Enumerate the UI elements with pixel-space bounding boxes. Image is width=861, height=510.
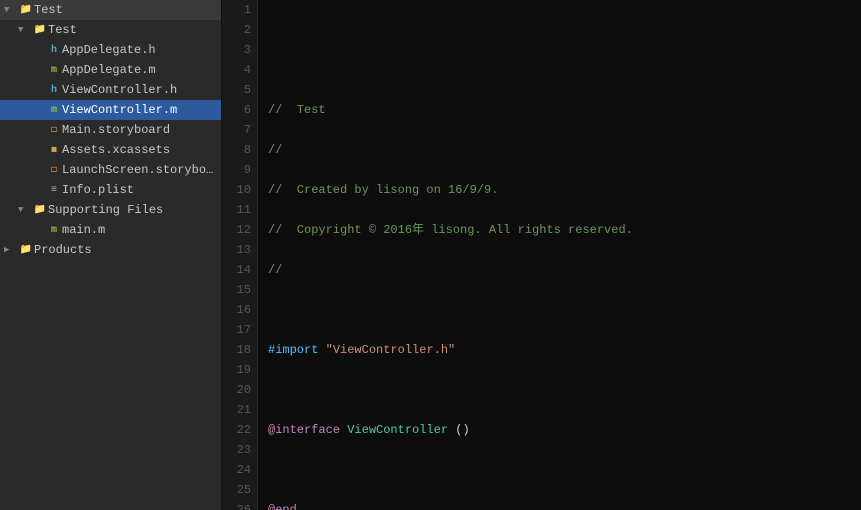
sidebar-item-label: ViewController.m	[62, 103, 217, 117]
sidebar-item-appdelegate-m[interactable]: m AppDelegate.m	[0, 60, 221, 80]
line-num-20: 20	[222, 380, 251, 400]
sidebar-item-label: main.m	[62, 223, 217, 237]
file-tree[interactable]: ▼ 📁 Test ▼ 📁 Test h AppDelegate.h m AppD…	[0, 0, 222, 510]
comment-token: // Copyright © 2016年 lisong. All rights …	[268, 223, 633, 237]
line-num-5: 5	[222, 80, 251, 100]
line-num-15: 15	[222, 280, 251, 300]
code-line-3: // Test	[268, 100, 861, 120]
code-line-6: // Copyright © 2016年 lisong. All rights …	[268, 220, 861, 240]
line-num-14: 14	[222, 260, 251, 280]
line-num-10: 10	[222, 180, 251, 200]
preproc-token: #import	[268, 343, 318, 357]
line-num-19: 19	[222, 360, 251, 380]
sidebar-item-main-storyboard[interactable]: ◻ Main.storyboard	[0, 120, 221, 140]
code-line-13: @end	[268, 500, 861, 510]
code-line-2	[268, 60, 861, 80]
sidebar-item-test-root[interactable]: ▼ 📁 Test	[0, 0, 221, 20]
folder-icon: 📁	[18, 4, 34, 16]
code-line-4: //	[268, 140, 861, 160]
code-line-7: //	[268, 260, 861, 280]
line-num-26: 26	[222, 500, 251, 510]
code-line-9: #import "ViewController.h"	[268, 340, 861, 360]
line-num-22: 22	[222, 420, 251, 440]
line-num-21: 21	[222, 400, 251, 420]
line-num-6: 6	[222, 100, 251, 120]
line-num-18: 18	[222, 340, 251, 360]
arrow-icon: ▼	[18, 25, 32, 35]
line-num-25: 25	[222, 480, 251, 500]
line-num-16: 16	[222, 300, 251, 320]
line-num-7: 7	[222, 120, 251, 140]
line-num-2: 2	[222, 20, 251, 40]
sidebar-item-test-sub[interactable]: ▼ 📁 Test	[0, 20, 221, 40]
type-token: ViewController	[347, 423, 448, 437]
sidebar-item-appdelegate-h[interactable]: h AppDelegate.h	[0, 40, 221, 60]
sidebar-item-supporting-files[interactable]: ▼ 📁 Supporting Files	[0, 200, 221, 220]
comment-token: // Created by lisong on 16/9/9.	[268, 183, 498, 197]
m-file-icon: m	[46, 65, 62, 76]
sidebar-item-label: Assets.xcassets	[62, 143, 217, 157]
sidebar-item-label: Supporting Files	[48, 203, 217, 217]
folder-icon: 📁	[32, 24, 48, 36]
sidebar-item-label: Info.plist	[62, 183, 217, 197]
line-num-11: 11	[222, 200, 251, 220]
code-line-11: @interface ViewController ()	[268, 420, 861, 440]
sidebar-item-label: ViewController.h	[62, 83, 217, 97]
line-num-3: 3	[222, 40, 251, 60]
folder-icon: 📁	[18, 244, 34, 256]
folder-icon: 📁	[32, 204, 48, 216]
h-file-icon: h	[46, 45, 62, 56]
plist-file-icon: ≡	[46, 185, 62, 196]
sidebar-item-label: AppDelegate.h	[62, 43, 217, 57]
sidebar-item-label: Test	[48, 23, 217, 37]
sidebar-item-label: Test	[34, 3, 217, 17]
keyword-token: @interface	[268, 423, 340, 437]
line-num-23: 23	[222, 440, 251, 460]
code-line-12	[268, 460, 861, 480]
comment-token: // Test	[268, 103, 326, 117]
m-file-icon: m	[46, 225, 62, 236]
sidebar-item-label: Main.storyboard	[62, 123, 217, 137]
line-num-1: 1	[222, 0, 251, 20]
sidebar-item-info-plist[interactable]: ≡ Info.plist	[0, 180, 221, 200]
line-numbers: 1 2 3 4 5 6 7 8 9 10 11 12 13 14 15 16 1…	[222, 0, 258, 510]
string-token: "ViewController.h"	[326, 343, 456, 357]
plain-token	[318, 343, 325, 357]
sidebar-item-launchscreen[interactable]: ◻ LaunchScreen.storyboard	[0, 160, 221, 180]
sidebar-item-label: LaunchScreen.storyboard	[62, 163, 217, 177]
sidebar-item-label: Products	[34, 243, 217, 257]
comment-token: //	[268, 263, 282, 277]
arrow-icon: ▶	[4, 245, 18, 255]
line-num-17: 17	[222, 320, 251, 340]
code-line-5: // Created by lisong on 16/9/9.	[268, 180, 861, 200]
code-text[interactable]: // Test // // Created by lisong on 16/9/…	[258, 0, 861, 510]
storyboard-file-icon: ◻	[46, 164, 62, 176]
sidebar-item-viewcontroller-h[interactable]: h ViewController.h	[0, 80, 221, 100]
sidebar-item-products[interactable]: ▶ 📁 Products	[0, 240, 221, 260]
line-num-24: 24	[222, 460, 251, 480]
line-num-13: 13	[222, 240, 251, 260]
sidebar-item-main-m[interactable]: m main.m	[0, 220, 221, 240]
line-num-8: 8	[222, 140, 251, 160]
arrow-icon: ▼	[18, 205, 32, 215]
line-num-9: 9	[222, 160, 251, 180]
sidebar-item-viewcontroller-m[interactable]: m ViewController.m	[0, 100, 221, 120]
xcassets-file-icon: ◼	[46, 144, 62, 156]
plain-token: ()	[448, 423, 470, 437]
h-file-icon: h	[46, 85, 62, 96]
arrow-icon: ▼	[4, 5, 18, 15]
m-file-icon: m	[46, 105, 62, 116]
line-num-12: 12	[222, 220, 251, 240]
code-line-1	[268, 20, 861, 40]
storyboard-file-icon: ◻	[46, 124, 62, 136]
code-editor[interactable]: 1 2 3 4 5 6 7 8 9 10 11 12 13 14 15 16 1…	[222, 0, 861, 510]
line-num-4: 4	[222, 60, 251, 80]
code-line-10	[268, 380, 861, 400]
sidebar-item-label: AppDelegate.m	[62, 63, 217, 77]
comment-token: //	[268, 143, 282, 157]
sidebar-item-assets[interactable]: ◼ Assets.xcassets	[0, 140, 221, 160]
code-line-8	[268, 300, 861, 320]
keyword-token: @end	[268, 503, 297, 510]
